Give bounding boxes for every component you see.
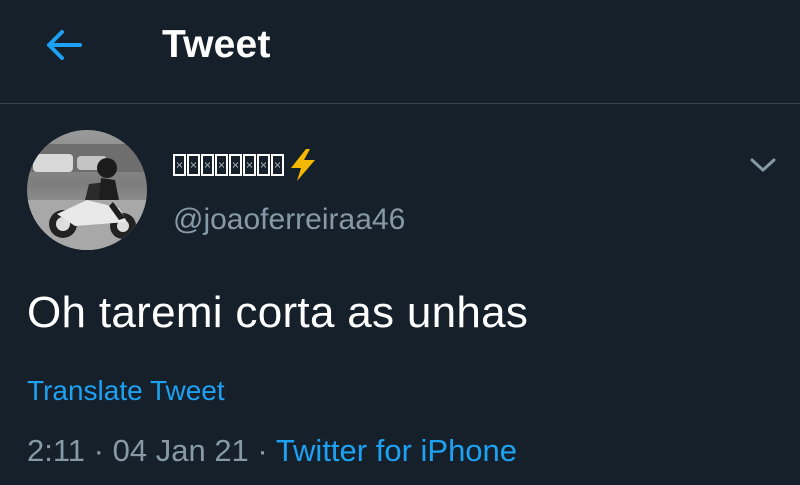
chevron-down-icon (750, 158, 776, 172)
username[interactable]: @joaoferreiraa46 (173, 200, 405, 240)
meta-separator: · (93, 433, 104, 468)
meta-separator: · (257, 433, 268, 468)
tweet-text: Oh taremi corta as unhas (27, 288, 529, 337)
top-bar: Tweet (0, 0, 800, 104)
more-options-button[interactable] (744, 148, 782, 182)
display-name-text (173, 154, 285, 176)
avatar[interactable] (27, 130, 147, 250)
arrow-left-icon (47, 30, 82, 60)
tweet-source-link[interactable]: Twitter for iPhone (276, 433, 517, 468)
missing-glyph-box (243, 154, 256, 176)
missing-glyph-box (187, 154, 200, 176)
missing-glyph-box (257, 154, 270, 176)
lightning-bolt-icon (288, 148, 318, 182)
missing-glyph-box (271, 154, 284, 176)
missing-glyph-box (201, 154, 214, 176)
back-button[interactable] (40, 24, 88, 66)
tweet-date: 04 Jan 21 (112, 433, 249, 468)
translate-tweet-link[interactable]: Translate Tweet (27, 372, 225, 410)
tweet-metadata: 2:11 · 04 Jan 21 · Twitter for iPhone (27, 430, 517, 472)
missing-glyph-box (215, 154, 228, 176)
page-title: Tweet (162, 23, 271, 66)
missing-glyph-box (229, 154, 242, 176)
tweet-time: 2:11 (27, 433, 86, 468)
tweet-detail-screen: Tweet @joaoferreiraa46 Oh taremi corta a… (0, 0, 800, 485)
avatar-photo (27, 130, 147, 250)
missing-glyph-box (173, 154, 186, 176)
display-name[interactable] (173, 145, 318, 185)
